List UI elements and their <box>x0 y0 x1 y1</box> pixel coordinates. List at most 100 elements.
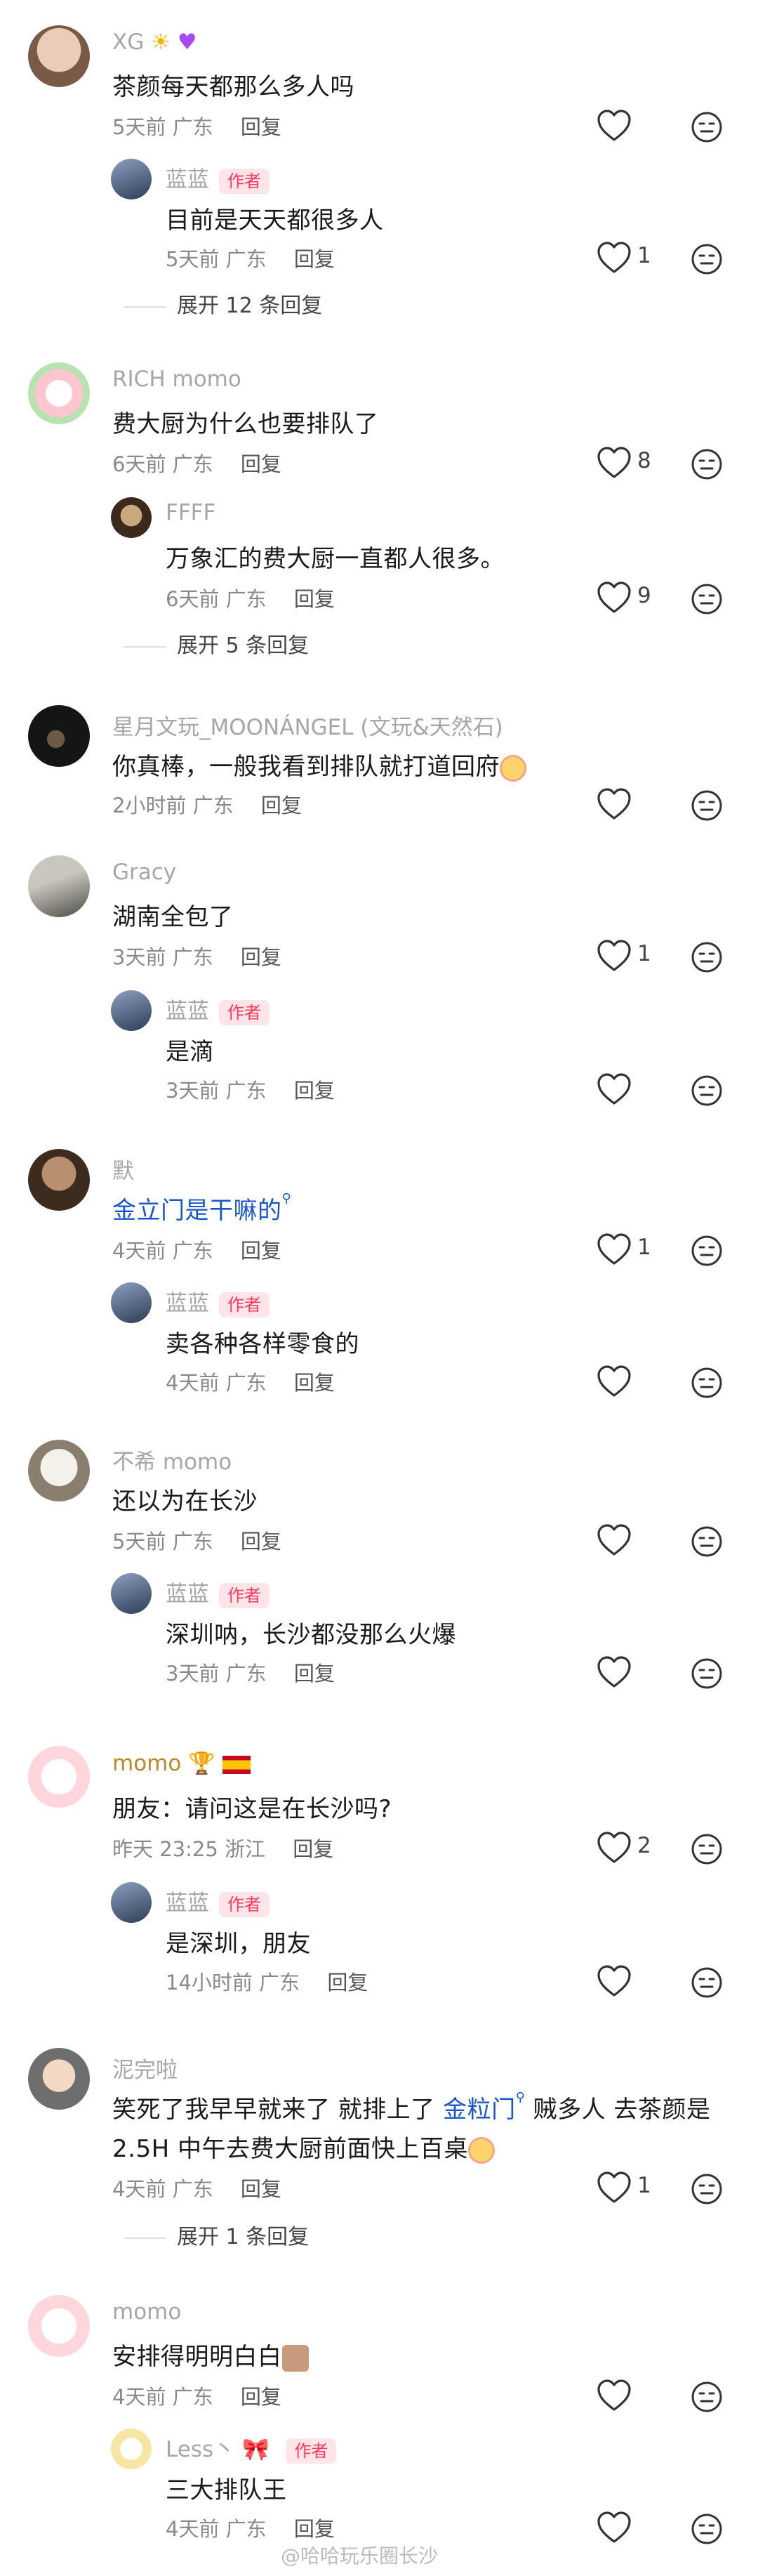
like-count: 1 <box>637 243 651 268</box>
comment-meta: 4天前 广东 回复 <box>112 1239 281 1263</box>
like-heart-icon[interactable] <box>597 1233 632 1266</box>
expand-replies-button[interactable]: 展开 12 条回复 <box>124 288 322 319</box>
avatar[interactable] <box>28 25 90 87</box>
dislike-icon[interactable] <box>691 1657 723 1690</box>
avatar[interactable] <box>111 497 152 538</box>
avatar[interactable] <box>28 1440 90 1501</box>
like-heart-icon[interactable] <box>597 1524 632 1556</box>
author-badge: 作者 <box>219 1891 270 1917</box>
reply-button[interactable]: 回复 <box>241 2385 281 2409</box>
reply-button[interactable]: 回复 <box>294 1662 335 1685</box>
username[interactable]: 蓝蓝 作者 <box>166 162 270 194</box>
username[interactable]: RICH momo <box>112 367 241 392</box>
username[interactable]: FFFF <box>166 500 215 525</box>
avatar[interactable] <box>28 2295 90 2357</box>
avatar[interactable] <box>111 1882 152 1923</box>
like-heart-icon[interactable] <box>597 242 632 274</box>
like-heart-icon[interactable] <box>597 581 632 614</box>
reply-button[interactable]: 回复 <box>241 452 281 476</box>
spain-flag-icon <box>222 1755 251 1774</box>
reply-button[interactable]: 回复 <box>261 794 302 817</box>
reply-button[interactable]: 回复 <box>241 2177 281 2201</box>
like-heart-icon[interactable] <box>597 1656 632 1688</box>
username[interactable]: momo <box>112 2299 181 2325</box>
dislike-icon[interactable] <box>691 111 723 143</box>
like-heart-icon[interactable] <box>597 2379 632 2412</box>
dislike-icon[interactable] <box>691 1235 723 1267</box>
reply-button[interactable]: 回复 <box>241 1530 281 1553</box>
reply-button[interactable]: 回复 <box>294 587 335 611</box>
dislike-icon[interactable] <box>691 1367 723 1399</box>
like-heart-icon[interactable] <box>597 940 632 972</box>
avatar[interactable] <box>111 159 152 199</box>
dislike-icon[interactable] <box>691 1075 723 1107</box>
username[interactable]: momo 🏆 <box>112 1750 251 1776</box>
like-heart-icon[interactable] <box>597 110 632 142</box>
like-count: 1 <box>637 2173 651 2198</box>
username[interactable]: 默 <box>112 1153 134 1185</box>
dislike-icon[interactable] <box>691 1833 723 1865</box>
username[interactable]: 蓝蓝 作者 <box>166 1885 270 1917</box>
expand-replies-button[interactable]: 展开 5 条回复 <box>124 628 309 659</box>
avatar[interactable] <box>28 855 90 917</box>
avatar[interactable] <box>28 362 90 424</box>
dislike-icon[interactable] <box>691 789 723 822</box>
dislike-icon[interactable] <box>691 243 723 275</box>
username[interactable]: 泥完啦 <box>112 2052 178 2084</box>
avatar[interactable] <box>28 2048 90 2110</box>
avatar[interactable] <box>111 1282 152 1323</box>
comment-text: 费大厨为什么也要排队了 <box>112 410 379 438</box>
avatar[interactable] <box>111 990 152 1031</box>
username[interactable]: Less丶 🎀 作者 <box>166 2431 337 2464</box>
reply-button[interactable]: 回复 <box>293 1837 333 1861</box>
reply-button[interactable]: 回复 <box>294 2517 335 2541</box>
username[interactable]: 蓝蓝 作者 <box>166 993 270 1025</box>
reply-button[interactable]: 回复 <box>241 115 281 139</box>
comment-text: 三大排队王 <box>166 2476 287 2504</box>
dislike-icon[interactable] <box>691 2173 723 2205</box>
dislike-icon[interactable] <box>691 448 723 480</box>
purple-heart-icon: ♥ <box>177 29 197 55</box>
like-heart-icon[interactable] <box>597 447 632 479</box>
username[interactable]: Gracy <box>112 860 176 885</box>
reply-button[interactable]: 回复 <box>327 1971 368 1995</box>
reply-button[interactable]: 回复 <box>294 1079 335 1103</box>
like-heart-icon[interactable] <box>597 788 632 820</box>
avatar[interactable] <box>111 1573 152 1614</box>
avatar[interactable] <box>28 1746 90 1808</box>
dislike-icon[interactable] <box>691 1966 723 1999</box>
expand-replies-button[interactable]: 展开 1 条回复 <box>124 2219 309 2250</box>
reply-button[interactable]: 回复 <box>241 1239 281 1263</box>
reply-button[interactable]: 回复 <box>241 945 281 969</box>
avatar[interactable] <box>28 705 90 767</box>
comment-text: 还以为在长沙 <box>112 1487 258 1516</box>
comment-text: 卖各种各样零食的 <box>166 1330 359 1358</box>
comment-text: 湖南全包了 <box>112 903 234 931</box>
like-heart-icon[interactable] <box>597 1365 632 1398</box>
avatar[interactable] <box>28 1149 90 1211</box>
comment-meta: 3天前 广东 回复 <box>166 1079 335 1103</box>
username[interactable]: XG ☀ ♥ <box>112 29 197 55</box>
face-emoji-icon <box>281 2344 309 2372</box>
reply-button[interactable]: 回复 <box>294 1371 335 1395</box>
comment-meta: 5天前 广东 回复 <box>166 247 335 271</box>
dislike-icon[interactable] <box>691 941 723 973</box>
like-heart-icon[interactable] <box>597 1832 632 1864</box>
comment-text: 茶颜每天都那么多人吗 <box>112 73 354 101</box>
dislike-icon[interactable] <box>691 2381 723 2413</box>
like-heart-icon[interactable] <box>597 2171 632 2204</box>
dislike-icon[interactable] <box>691 583 723 615</box>
keyword-link[interactable]: 金粒门 <box>443 2096 516 2124</box>
reply-button[interactable]: 回复 <box>294 247 335 271</box>
keyword-link[interactable]: 金立门是干嘛的 <box>112 1197 282 1225</box>
dislike-icon[interactable] <box>691 1525 723 1558</box>
dislike-icon[interactable] <box>691 2513 723 2545</box>
like-heart-icon[interactable] <box>597 1073 632 1105</box>
username[interactable]: 星月文玩_MOONÁNGEL (文玩&天然石) <box>112 709 503 741</box>
username[interactable]: 不希 momo <box>112 1444 232 1476</box>
avatar[interactable] <box>111 2429 152 2469</box>
like-heart-icon[interactable] <box>597 2511 632 2544</box>
username[interactable]: 蓝蓝 作者 <box>166 1285 270 1317</box>
like-heart-icon[interactable] <box>597 1965 632 1997</box>
username[interactable]: 蓝蓝 作者 <box>166 1576 270 1608</box>
